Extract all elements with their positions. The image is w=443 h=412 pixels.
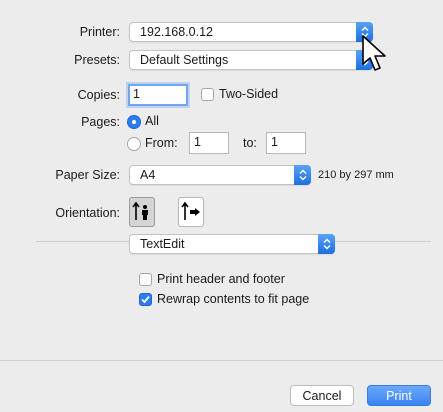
printer-popup[interactable]: 192.168.0.12 [129, 22, 373, 42]
paper-size-value: A4 [140, 168, 156, 182]
printer-label: Printer: [79, 25, 120, 39]
copies-field[interactable]: 1 [128, 84, 188, 106]
presets-label: Presets: [74, 53, 120, 67]
presets-value: Default Settings [140, 53, 229, 67]
print-header-footer-checkbox[interactable] [139, 273, 152, 286]
orientation-landscape-button[interactable] [178, 197, 204, 227]
pages-from-radio[interactable] [127, 137, 141, 151]
print-header-footer-label: Print header and footer [157, 272, 285, 286]
portrait-icon [132, 201, 148, 220]
pages-from-label: From: [145, 136, 178, 150]
paper-dimensions: 210 by 297 mm [318, 169, 394, 181]
checkmark-icon [141, 295, 150, 304]
paper-size-popup[interactable]: A4 [129, 165, 311, 185]
chevron-updown-icon [318, 234, 335, 254]
printer-value: 192.168.0.12 [140, 25, 213, 39]
rewrap-contents-checkbox[interactable] [139, 293, 152, 306]
orientation-portrait-button[interactable] [129, 197, 155, 227]
landscape-icon [181, 201, 200, 220]
rewrap-contents-label: Rewrap contents to fit page [157, 292, 310, 306]
section-value: TextEdit [140, 237, 185, 251]
two-sided-label: Two-Sided [219, 87, 279, 101]
chevron-updown-icon [294, 165, 311, 185]
pages-all-radio[interactable] [127, 115, 141, 129]
pages-all-label: All [145, 114, 159, 128]
pages-from-field[interactable]: 1 [189, 132, 229, 154]
cancel-button[interactable]: Cancel [290, 385, 354, 406]
print-button[interactable]: Print [367, 385, 431, 406]
presets-popup[interactable]: Default Settings [129, 50, 373, 70]
pages-to-label: to: [243, 136, 257, 150]
pages-to-field[interactable]: 1 [266, 132, 306, 154]
two-sided-checkbox[interactable] [201, 88, 214, 101]
mouse-cursor-icon [362, 35, 386, 71]
orientation-label: Orientation: [55, 206, 120, 220]
section-popup[interactable]: TextEdit [129, 234, 335, 254]
bottom-divider [0, 360, 443, 361]
paper-size-label: Paper Size: [55, 168, 120, 182]
pages-label: Pages: [81, 115, 120, 129]
copies-label: Copies: [77, 88, 120, 102]
